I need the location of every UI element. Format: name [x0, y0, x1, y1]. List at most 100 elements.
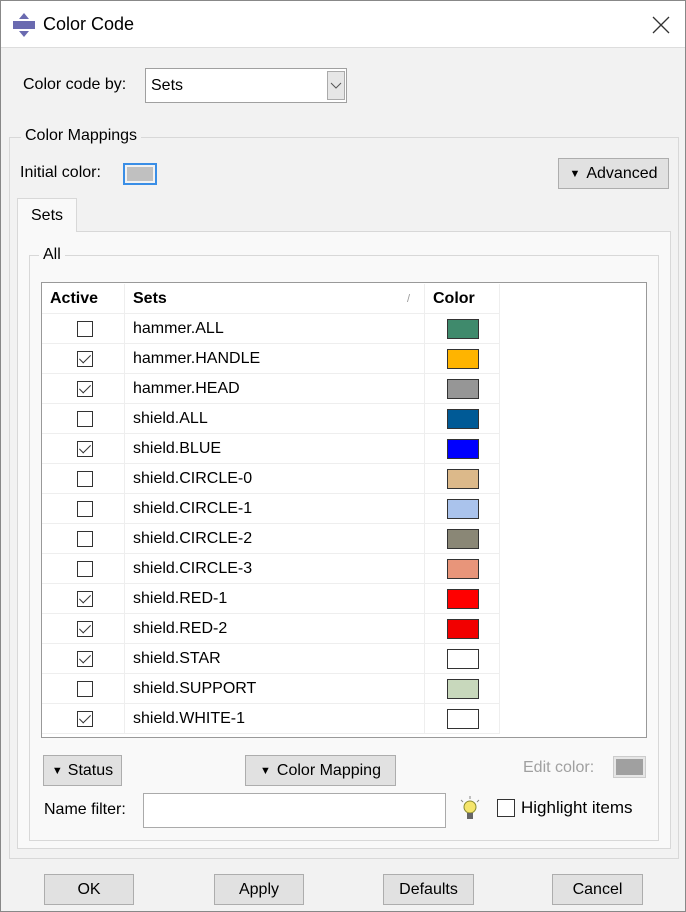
color-swatch[interactable]: [447, 679, 479, 699]
color-cell: [425, 464, 500, 494]
highlight-items-checkbox[interactable]: [497, 799, 515, 817]
set-name: shield.RED-2: [125, 614, 425, 644]
active-checkbox[interactable]: [77, 621, 93, 637]
defaults-button[interactable]: Defaults: [383, 874, 474, 905]
table-row[interactable]: shield.CIRCLE-0: [42, 464, 500, 494]
color-mapping-label: Color Mapping: [276, 761, 381, 779]
set-name: shield.CIRCLE-0: [125, 464, 425, 494]
active-cell: [43, 584, 125, 614]
table-row[interactable]: hammer.HEAD: [42, 374, 500, 404]
tab-sets[interactable]: Sets: [17, 198, 77, 232]
table-row[interactable]: shield.STAR: [42, 644, 500, 674]
active-checkbox[interactable]: [77, 651, 93, 667]
active-checkbox[interactable]: [77, 561, 93, 577]
chevron-down-icon[interactable]: [327, 71, 345, 100]
column-header-sets[interactable]: Sets /: [125, 284, 425, 314]
color-code-by-select[interactable]: Sets: [145, 68, 347, 103]
name-filter-label: Name filter:: [44, 801, 126, 818]
color-swatch[interactable]: [447, 469, 479, 489]
table-header: Active Sets / Color: [42, 284, 500, 314]
active-cell: [43, 554, 125, 584]
active-checkbox[interactable]: [77, 471, 93, 487]
color-swatch[interactable]: [447, 589, 479, 609]
color-swatch[interactable]: [447, 619, 479, 639]
edit-color-button[interactable]: [613, 756, 646, 778]
active-cell: [43, 494, 125, 524]
active-cell: [43, 434, 125, 464]
active-cell: [43, 464, 125, 494]
set-name: shield.RED-1: [125, 584, 425, 614]
active-checkbox[interactable]: [77, 381, 93, 397]
color-cell: [425, 584, 500, 614]
advanced-button[interactable]: ▼ Advanced: [558, 158, 669, 189]
table-row[interactable]: shield.CIRCLE-2: [42, 524, 500, 554]
table-row[interactable]: shield.WHITE-1: [42, 704, 500, 734]
color-swatch[interactable]: [447, 379, 479, 399]
color-mappings-legend: Color Mappings: [21, 127, 142, 145]
active-checkbox[interactable]: [77, 531, 93, 547]
table-row[interactable]: shield.ALL: [42, 404, 500, 434]
column-header-sets-label: Sets: [133, 290, 167, 307]
edit-color-label: Edit color:: [523, 759, 595, 776]
set-name: shield.STAR: [125, 644, 425, 674]
table-row[interactable]: hammer.ALL: [42, 314, 500, 344]
table-row[interactable]: shield.RED-2: [42, 614, 500, 644]
color-swatch[interactable]: [447, 319, 479, 339]
initial-color-label: Initial color:: [20, 164, 101, 181]
active-checkbox[interactable]: [77, 411, 93, 427]
set-name: shield.SUPPORT: [125, 674, 425, 704]
table-row[interactable]: shield.SUPPORT: [42, 674, 500, 704]
sort-indicator-icon: /: [406, 293, 410, 305]
active-checkbox[interactable]: [77, 321, 93, 337]
apply-button[interactable]: Apply: [214, 874, 304, 905]
color-mapping-button[interactable]: ▼ Color Mapping: [245, 755, 396, 786]
active-checkbox[interactable]: [77, 441, 93, 457]
active-cell: [43, 644, 125, 674]
close-icon[interactable]: [652, 16, 670, 34]
name-filter-input[interactable]: [143, 793, 446, 828]
cancel-button[interactable]: Cancel: [552, 874, 643, 905]
color-cell: [425, 524, 500, 554]
highlight-items-label: Highlight items: [521, 798, 633, 817]
advanced-label: Advanced: [586, 164, 658, 182]
active-cell: [43, 374, 125, 404]
active-checkbox[interactable]: [77, 501, 93, 517]
color-cell: [425, 404, 500, 434]
color-swatch[interactable]: [447, 709, 479, 729]
color-swatch[interactable]: [447, 529, 479, 549]
table-row[interactable]: hammer.HANDLE: [42, 344, 500, 374]
initial-color-button[interactable]: [123, 163, 157, 185]
abaqus-logo-icon: [13, 13, 35, 37]
active-cell: [43, 674, 125, 704]
color-swatch[interactable]: [447, 439, 479, 459]
table-row[interactable]: shield.CIRCLE-1: [42, 494, 500, 524]
color-swatch[interactable]: [447, 499, 479, 519]
status-button[interactable]: ▼ Status: [43, 755, 122, 786]
ok-button[interactable]: OK: [44, 874, 134, 905]
color-cell: [425, 674, 500, 704]
column-header-color[interactable]: Color: [425, 284, 500, 314]
set-name: shield.BLUE: [125, 434, 425, 464]
active-checkbox[interactable]: [77, 711, 93, 727]
active-cell: [43, 614, 125, 644]
lightbulb-icon[interactable]: [458, 795, 482, 823]
color-swatch[interactable]: [447, 409, 479, 429]
triangle-down-icon: ▼: [569, 167, 581, 180]
table-row[interactable]: shield.BLUE: [42, 434, 500, 464]
color-swatch[interactable]: [447, 559, 479, 579]
active-checkbox[interactable]: [77, 591, 93, 607]
table-row[interactable]: shield.CIRCLE-3: [42, 554, 500, 584]
table-row[interactable]: shield.RED-1: [42, 584, 500, 614]
active-checkbox[interactable]: [77, 681, 93, 697]
sets-table: Active Sets / Color hammer.ALL hammer.HAN…: [41, 282, 647, 738]
set-name: hammer.ALL: [125, 314, 425, 344]
set-name: shield.CIRCLE-2: [125, 524, 425, 554]
window-title: Color Code: [43, 14, 135, 34]
column-header-active[interactable]: Active: [43, 284, 125, 314]
color-swatch[interactable]: [447, 349, 479, 369]
color-cell: [425, 704, 500, 734]
title-bar: Color Code: [1, 1, 685, 48]
color-swatch[interactable]: [447, 649, 479, 669]
set-name: shield.CIRCLE-1: [125, 494, 425, 524]
active-checkbox[interactable]: [77, 351, 93, 367]
